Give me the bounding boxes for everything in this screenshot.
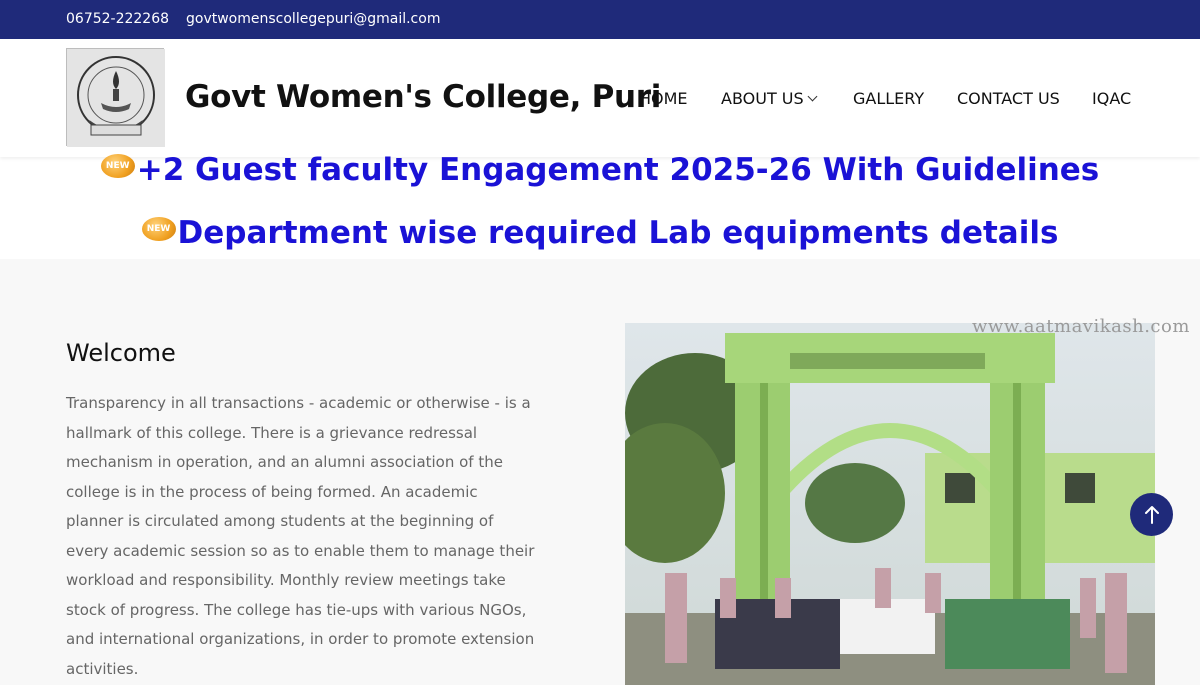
notice-link-guest-faculty[interactable]: NEW +2 Guest faculty Engagement 2025-26 W… [0, 152, 1200, 188]
college-gate-photo [625, 323, 1155, 685]
notice-text: Department wise required Lab equipments … [177, 215, 1059, 251]
nav-contact-us[interactable]: CONTACT US [957, 89, 1060, 108]
college-logo[interactable] [66, 48, 165, 147]
photo-watermark: www.aatmavikash.com [972, 316, 1190, 337]
site-header: Govt Women's College, Puri HOME ABOUT US… [0, 39, 1200, 157]
arrow-up-icon [1144, 505, 1159, 524]
notice-link-lab-equipments[interactable]: NEW Department wise required Lab equipmen… [0, 215, 1200, 251]
nav-about-us-label: ABOUT US [721, 89, 804, 108]
site-title[interactable]: Govt Women's College, Puri [185, 79, 661, 115]
welcome-heading: Welcome [66, 339, 176, 367]
nav-about-us[interactable]: ABOUT US [721, 89, 818, 108]
top-contact-bar: 06752-222268 govtwomenscollegepuri@gmail… [0, 0, 1200, 39]
phone-number[interactable]: 06752-222268 [66, 11, 169, 27]
new-badge-icon: NEW [141, 217, 176, 241]
chevron-down-icon [807, 91, 818, 102]
nav-home[interactable]: HOME [639, 89, 688, 108]
email-address[interactable]: govtwomenscollegepuri@gmail.com [186, 11, 440, 27]
new-badge-icon: NEW [100, 154, 135, 178]
nav-gallery[interactable]: GALLERY [853, 89, 924, 108]
notice-text: +2 Guest faculty Engagement 2025-26 With… [136, 152, 1100, 188]
nav-iqac[interactable]: IQAC [1092, 89, 1131, 108]
scroll-to-top-button[interactable] [1130, 493, 1173, 536]
welcome-paragraph: Transparency in all transactions - acade… [66, 394, 535, 678]
